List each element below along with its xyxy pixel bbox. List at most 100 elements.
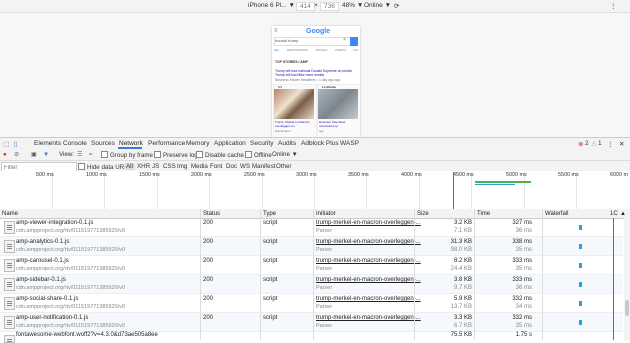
- group-by-frame-checkbox[interactable]: Group by frame: [101, 151, 153, 159]
- type-filter-css[interactable]: CSS: [163, 163, 176, 170]
- story-link[interactable]: Trump will lose national Donald Supreme …: [275, 69, 357, 78]
- large-rows-icon[interactable]: ☰: [77, 151, 83, 158]
- request-status: 200: [203, 220, 214, 226]
- column-size[interactable]: Size: [417, 211, 429, 217]
- filter-icon[interactable]: ▼: [43, 151, 49, 158]
- table-row[interactable]: amp-sidebar-0.1.js cdn.ampproject.org/rt…: [0, 275, 623, 294]
- clear-log-icon[interactable]: ⊘: [14, 151, 19, 158]
- type-filter-ws[interactable]: WS: [240, 163, 250, 170]
- table-row[interactable]: amp-carousel-0.1.js cdn.ampproject.org/r…: [0, 256, 623, 275]
- type-filter-doc[interactable]: Doc: [226, 163, 237, 170]
- table-row[interactable]: amp-analytics-0.1.js cdn.ampproject.org/…: [0, 237, 623, 256]
- request-initiator[interactable]: trump-merkel-en-macron-overleggen-...: [316, 220, 421, 226]
- search-tab[interactable]: MA: [354, 48, 359, 52]
- type-filter-media[interactable]: Media: [191, 163, 208, 170]
- tab-adblock-plus[interactable]: Adblock Plus: [301, 140, 339, 147]
- timeline-tick: 3000 ms: [296, 172, 317, 178]
- device-select[interactable]: iPhone 6 Pl... ▼: [248, 2, 295, 9]
- column-initiator[interactable]: Initiator: [316, 211, 336, 217]
- column-waterfall[interactable]: Waterfall: [545, 211, 568, 217]
- column-type[interactable]: Type: [263, 211, 276, 217]
- request-initiator[interactable]: trump-merkel-en-macron-overleggen-...: [316, 239, 421, 245]
- column-divider: [260, 209, 261, 340]
- tab-elements[interactable]: Elements: [34, 140, 61, 147]
- card-caption[interactable]: Directeur Tata Steel verrassend op: [319, 120, 357, 129]
- type-filter-manifest[interactable]: Manifest: [252, 163, 275, 170]
- request-status: 200: [203, 258, 214, 264]
- table-row[interactable]: amp-viewer-integration-0.1.js cdn.amppro…: [0, 218, 623, 237]
- tab-network[interactable]: Network: [119, 140, 143, 147]
- card-caption[interactable]: Trump, Merkel en Macron: overleggen om: [275, 120, 313, 129]
- tab-wasp[interactable]: WASP: [340, 140, 359, 147]
- inspect-element-icon[interactable]: ⬚: [3, 140, 9, 148]
- column-divider: [313, 209, 314, 340]
- zoom-select[interactable]: 48% ▼: [342, 2, 363, 9]
- search-tab[interactable]: ALL: [274, 48, 279, 52]
- column-name[interactable]: Name: [2, 211, 18, 217]
- request-resource-size: 24.4 KB: [450, 265, 472, 272]
- table-row[interactable]: amp-social-share-0.1.js cdn.ampproject.o…: [0, 294, 623, 313]
- request-initiator[interactable]: trump-merkel-en-macron-overleggen-...: [316, 296, 421, 302]
- search-tab[interactable]: IMAGES: [316, 48, 328, 52]
- table-row[interactable]: fontawesome-webfont.woff2?v=4.3.0&d73ae5…: [0, 332, 623, 343]
- tab-sources[interactable]: Sources: [91, 140, 115, 147]
- tab-security[interactable]: Security: [250, 140, 273, 147]
- column-time[interactable]: Time: [477, 211, 490, 217]
- overview-icon[interactable]: ≈: [89, 151, 92, 158]
- hide-data-urls-checkbox[interactable]: Hide data URLs: [78, 162, 131, 171]
- tab-console[interactable]: Console: [63, 140, 87, 147]
- request-name: amp-viewer-integration-0.1.js: [16, 220, 94, 226]
- menu-icon[interactable]: ≡: [274, 28, 278, 34]
- request-initiator[interactable]: trump-merkel-en-macron-overleggen-...: [316, 315, 421, 321]
- more-menu-icon[interactable]: ⋮: [610, 2, 617, 10]
- settings-menu-icon[interactable]: ⋮: [607, 140, 614, 148]
- tab-performance[interactable]: Performance: [148, 140, 185, 147]
- type-filter-all[interactable]: All: [124, 162, 135, 170]
- request-name: amp-social-share-0.1.js: [16, 296, 79, 302]
- device-width-input[interactable]: 414: [296, 2, 315, 11]
- error-icon[interactable]: ⊗: [578, 140, 583, 148]
- load-event-line: [613, 218, 614, 340]
- column-divider: [474, 209, 475, 340]
- sort-up-icon[interactable]: ▲: [620, 211, 626, 217]
- type-filter-other[interactable]: Other: [276, 163, 291, 170]
- clear-icon[interactable]: ×: [343, 37, 346, 43]
- search-tab[interactable]: VIDEOS: [335, 48, 346, 52]
- tab-audits[interactable]: Audits: [278, 140, 296, 147]
- tab-application[interactable]: Application: [214, 140, 246, 147]
- device-toggle-icon[interactable]: ▯: [14, 140, 18, 148]
- device-height-input[interactable]: 736: [320, 2, 339, 11]
- throttle-select[interactable]: Online ▼: [272, 151, 298, 158]
- offline-checkbox[interactable]: Offline: [245, 151, 272, 159]
- waterfall-sort[interactable]: 1C: [610, 211, 618, 217]
- type-filter-xhr[interactable]: XHR: [137, 163, 150, 170]
- timeline-tick: 1000 ms: [86, 172, 107, 178]
- request-time: 327 ms: [512, 220, 532, 226]
- warning-icon[interactable]: ⚠: [591, 140, 597, 148]
- record-icon[interactable]: ●: [3, 151, 7, 158]
- request-initiator[interactable]: trump-merkel-en-macron-overleggen-...: [316, 258, 421, 264]
- close-icon[interactable]: ✕: [619, 140, 624, 148]
- disable-cache-checkbox[interactable]: Disable cache: [196, 151, 244, 159]
- tab-memory[interactable]: Memory: [186, 140, 209, 147]
- search-tab[interactable]: NEWS/IMAGES: [287, 48, 309, 52]
- search-button[interactable]: [350, 37, 358, 46]
- column-status[interactable]: Status: [203, 211, 220, 217]
- table-row[interactable]: amp-user-notification-0.1.js cdn.ampproj…: [0, 313, 623, 332]
- type-filter-font[interactable]: Font: [210, 163, 222, 170]
- search-input[interactable]: donald trump: [274, 37, 351, 46]
- scrollbar-thumb[interactable]: [625, 300, 629, 316]
- table-scrollbar[interactable]: [624, 218, 630, 340]
- timeline-tick: 6000 m: [610, 172, 628, 178]
- rotate-icon[interactable]: ⟳: [394, 2, 399, 10]
- waterfall-bar: [579, 225, 582, 230]
- camera-icon[interactable]: ▣: [31, 151, 37, 158]
- news-image: [274, 89, 314, 119]
- network-throttle-select[interactable]: Online ▼: [364, 2, 391, 9]
- request-initiator[interactable]: trump-merkel-en-macron-overleggen-...: [316, 277, 421, 283]
- request-size: 31.3 KB: [450, 239, 472, 245]
- preserve-log-checkbox[interactable]: Preserve log: [154, 151, 198, 159]
- timeline-tick: 1500 ms: [139, 172, 160, 178]
- type-filter-img[interactable]: Img: [177, 163, 187, 170]
- type-filter-js[interactable]: JS: [152, 163, 159, 170]
